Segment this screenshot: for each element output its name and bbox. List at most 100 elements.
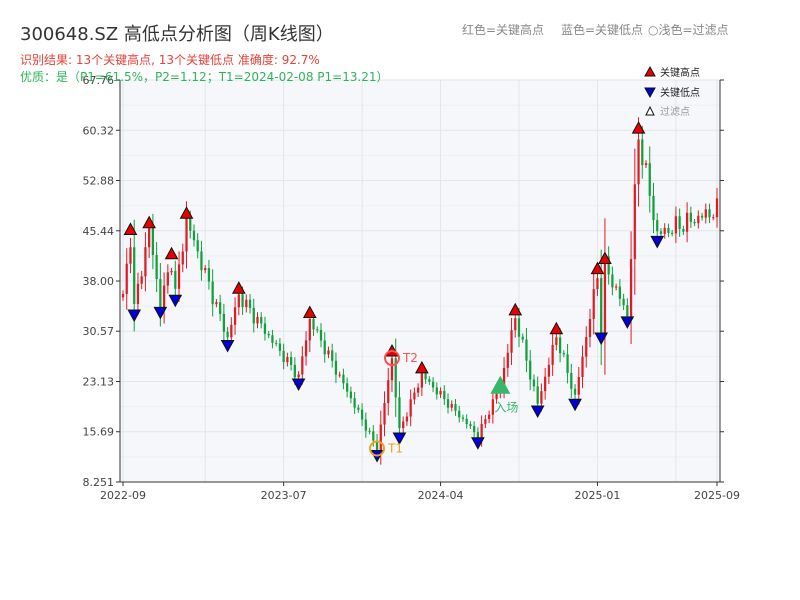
candle-body	[626, 305, 629, 317]
x-tick-label: 2025-01	[574, 489, 620, 502]
candle-body	[357, 407, 360, 410]
candle-body	[417, 387, 420, 393]
candle-body	[566, 354, 569, 373]
candle-body	[495, 393, 498, 400]
candle-body	[697, 215, 700, 224]
top-legend-red: 红色=关键高点	[462, 23, 545, 37]
candle-body	[558, 337, 562, 354]
candle-body	[588, 319, 592, 338]
candle-body	[454, 404, 457, 411]
candle-body	[372, 431, 375, 441]
candle-body	[308, 318, 311, 341]
candle-body	[248, 299, 252, 308]
candle-body	[529, 360, 532, 380]
candle-body	[712, 217, 715, 219]
candle-body	[420, 373, 423, 388]
y-tick-label: 38.00	[83, 275, 115, 288]
candle-body	[222, 313, 225, 332]
candle-body	[278, 343, 282, 351]
candle-body	[346, 383, 349, 392]
candle-body	[151, 228, 155, 255]
candle-body	[671, 232, 674, 234]
candle-body	[562, 353, 565, 355]
candle-body	[200, 251, 203, 271]
y-tick-label: 45.44	[83, 225, 115, 238]
candle-body	[144, 247, 147, 277]
candle-body	[289, 357, 293, 365]
candle-body	[297, 374, 300, 378]
candle-body	[364, 419, 367, 431]
x-tick-label: 2022-09	[100, 489, 146, 502]
candle-body	[715, 198, 719, 218]
candle-body	[648, 163, 651, 196]
candle-body	[517, 318, 521, 337]
candle-body	[510, 330, 513, 353]
candle-body	[473, 426, 476, 433]
candle-body	[450, 404, 453, 408]
x-tick-label: 2023-07	[261, 489, 307, 502]
candle-body	[659, 231, 663, 234]
candle-body	[603, 256, 607, 337]
candle-body	[383, 403, 386, 425]
candle-body	[275, 342, 278, 344]
entry-label: 入场	[494, 401, 518, 415]
candle-body	[312, 318, 315, 330]
legend-low-label: 关键低点	[660, 86, 700, 99]
candle-body	[424, 373, 427, 380]
candle-body	[181, 251, 184, 265]
candle-body	[286, 357, 289, 363]
candle-body	[629, 259, 633, 317]
candle-body	[256, 317, 259, 324]
candle-body	[148, 228, 151, 248]
candle-body	[133, 247, 136, 304]
candle-body	[443, 390, 446, 400]
candle-body	[323, 340, 326, 355]
candle-body	[398, 397, 401, 429]
candle-body	[207, 268, 211, 282]
candle-body	[129, 247, 132, 264]
candle-body	[465, 418, 468, 425]
candle-body	[458, 410, 461, 418]
candle-body	[446, 399, 450, 408]
candle-body	[121, 293, 125, 298]
candle-body	[267, 333, 270, 336]
candle-body	[196, 240, 199, 252]
y-tick-label: 8.251	[83, 476, 115, 489]
candle-body	[140, 276, 143, 284]
page-title: 300648.SZ 高低点分析图（周K线图）	[20, 24, 334, 45]
candle-body	[600, 278, 603, 337]
candle-body	[301, 356, 304, 375]
candle-body	[230, 324, 233, 338]
candle-body	[233, 307, 237, 325]
candle-body	[368, 430, 371, 432]
candle-body	[682, 228, 685, 232]
candle-body	[685, 212, 689, 232]
candle-body	[547, 364, 551, 377]
candle-body	[487, 414, 491, 420]
quality-summary: 优质：是（P1=61.5%，P2=1.12；T1=2024-02-08 P1=1…	[20, 70, 389, 84]
candle-body	[656, 220, 659, 232]
x-tick-label: 2025-09	[694, 489, 740, 502]
candle-body	[170, 270, 173, 273]
candle-body	[667, 227, 670, 233]
candle-body	[652, 195, 655, 221]
candle-body	[402, 421, 405, 429]
candle-body	[204, 268, 207, 271]
top-legend-light: ○浅色=过滤点	[648, 21, 729, 38]
candle-body	[469, 424, 472, 427]
chart-svg: T1 T2 入场 8.251 15.69 23.13 30.57 38.00 45.44 52.…	[83, 65, 740, 502]
candle-body	[409, 399, 412, 417]
candle-body	[573, 388, 577, 395]
candle-body	[611, 274, 614, 288]
candle-body	[678, 216, 681, 229]
candle-body	[618, 286, 621, 299]
candle-body	[570, 372, 573, 389]
candle-body	[577, 376, 580, 395]
candle-body	[633, 184, 636, 260]
result-summary: 识别结果: 13个关键高点, 13个关键低点 准确度: 92.7%	[20, 53, 320, 67]
candle-body	[166, 272, 169, 286]
candle-body	[271, 335, 274, 343]
candle-body	[585, 337, 588, 357]
candle-body	[506, 352, 509, 368]
candle-body	[387, 380, 390, 404]
